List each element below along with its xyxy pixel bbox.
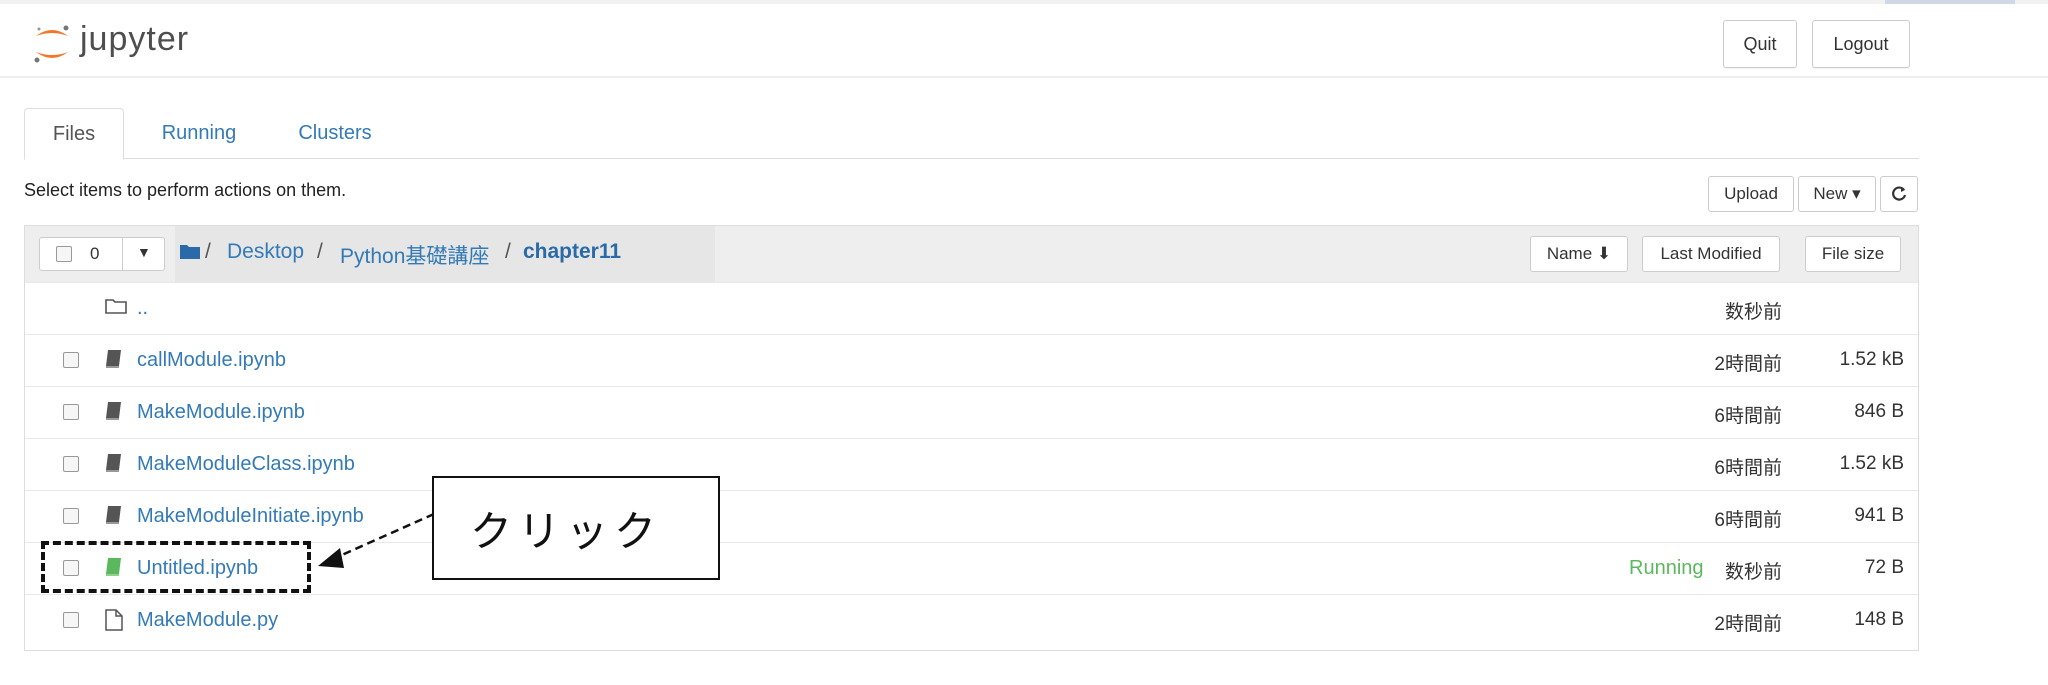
breadcrumb-separator: / [205,240,211,263]
file-size: 72 B [1864,557,1904,578]
list-item[interactable]: callModule.ipynb 2時間前 1.52 kB [25,334,1918,386]
notebook-icon [106,402,121,420]
file-size: 846 B [1854,401,1904,422]
row-checkbox[interactable] [63,612,79,628]
breadcrumb-desktop[interactable]: Desktop [227,240,304,264]
select-all-control[interactable]: 0 ▼ [39,237,165,271]
row-checkbox[interactable] [63,404,79,420]
tab-bar: Files Running Clusters [24,108,1919,160]
list-item[interactable]: MakeModuleClass.ipynb 6時間前 1.52 kB [25,438,1918,490]
upload-button[interactable]: Upload [1708,176,1794,212]
logout-button[interactable]: Logout [1812,20,1910,68]
header: jupyter Quit Logout [0,4,2048,78]
sort-by-modified-button[interactable]: Last Modified [1642,236,1780,272]
annotation-arrow [318,512,435,568]
folder-icon[interactable] [180,243,200,259]
file-list-header: 0 ▼ / Desktop / Python基礎講座 / chapter11 N… [25,226,1918,283]
quit-button[interactable]: Quit [1723,20,1797,68]
row-checkbox[interactable] [63,456,79,472]
file-size: 941 B [1854,505,1904,526]
new-dropdown-button[interactable]: New ▾ [1798,176,1876,212]
last-modified: 2時間前 [1714,614,1782,635]
row-checkbox[interactable] [63,508,79,524]
sort-by-size-button[interactable]: File size [1805,236,1901,272]
row-checkbox[interactable] [63,352,79,368]
file-name[interactable]: callModule.ipynb [137,349,286,372]
breadcrumb-separator: / [505,240,511,263]
last-modified: 数秒前 [1724,562,1782,583]
file-size: 148 B [1854,609,1904,630]
file-name[interactable]: MakeModule.ipynb [137,401,305,424]
file-icon [105,609,123,631]
list-item[interactable]: .. 数秒前 [25,282,1918,334]
annotation-text: クリック [470,508,663,555]
notebook-icon [106,454,121,472]
list-item[interactable]: MakeModule.ipynb 6時間前 846 B [25,386,1918,438]
breadcrumb-separator: / [317,240,323,263]
file-size: 1.52 kB [1839,349,1904,370]
last-modified: 6時間前 [1714,510,1782,531]
chevron-down-icon[interactable]: ▼ [137,244,151,260]
refresh-button[interactable] [1880,176,1918,212]
last-modified: 6時間前 [1714,406,1782,427]
annotation-highlight-box [41,541,311,593]
notebook-icon [106,506,121,524]
logo-text: jupyter [80,20,190,58]
last-modified: 2時間前 [1714,354,1782,375]
last-modified: 数秒前 [1724,302,1782,323]
select-all-checkbox[interactable] [56,246,72,262]
divider [122,238,123,270]
tab-files[interactable]: Files [24,108,124,160]
jupyter-logo-icon [34,25,69,63]
file-name[interactable]: MakeModule.py [137,609,278,632]
selection-hint: Select items to perform actions on them. [24,180,347,200]
breadcrumb-python-course[interactable]: Python基礎講座 [340,240,489,270]
breadcrumb-current-folder: chapter11 [523,240,622,263]
tab-clusters[interactable]: Clusters [280,108,390,158]
file-size: 1.52 kB [1839,453,1904,474]
file-name[interactable]: MakeModuleClass.ipynb [137,453,355,476]
annotation-callout: クリック [432,476,720,580]
running-status: Running [1629,557,1704,579]
list-item[interactable]: MakeModule.py 2時間前 148 B [25,594,1918,646]
sort-by-name-button[interactable]: Name ⬇ [1530,236,1628,272]
folder-icon [105,299,127,314]
file-name[interactable]: .. [137,297,148,320]
refresh-icon [1892,186,1907,201]
last-modified: 6時間前 [1714,458,1782,479]
selected-count: 0 [90,244,100,263]
jupyter-logo[interactable]: jupyter [30,20,240,70]
tab-running[interactable]: Running [144,108,254,158]
notebook-icon [106,350,121,368]
